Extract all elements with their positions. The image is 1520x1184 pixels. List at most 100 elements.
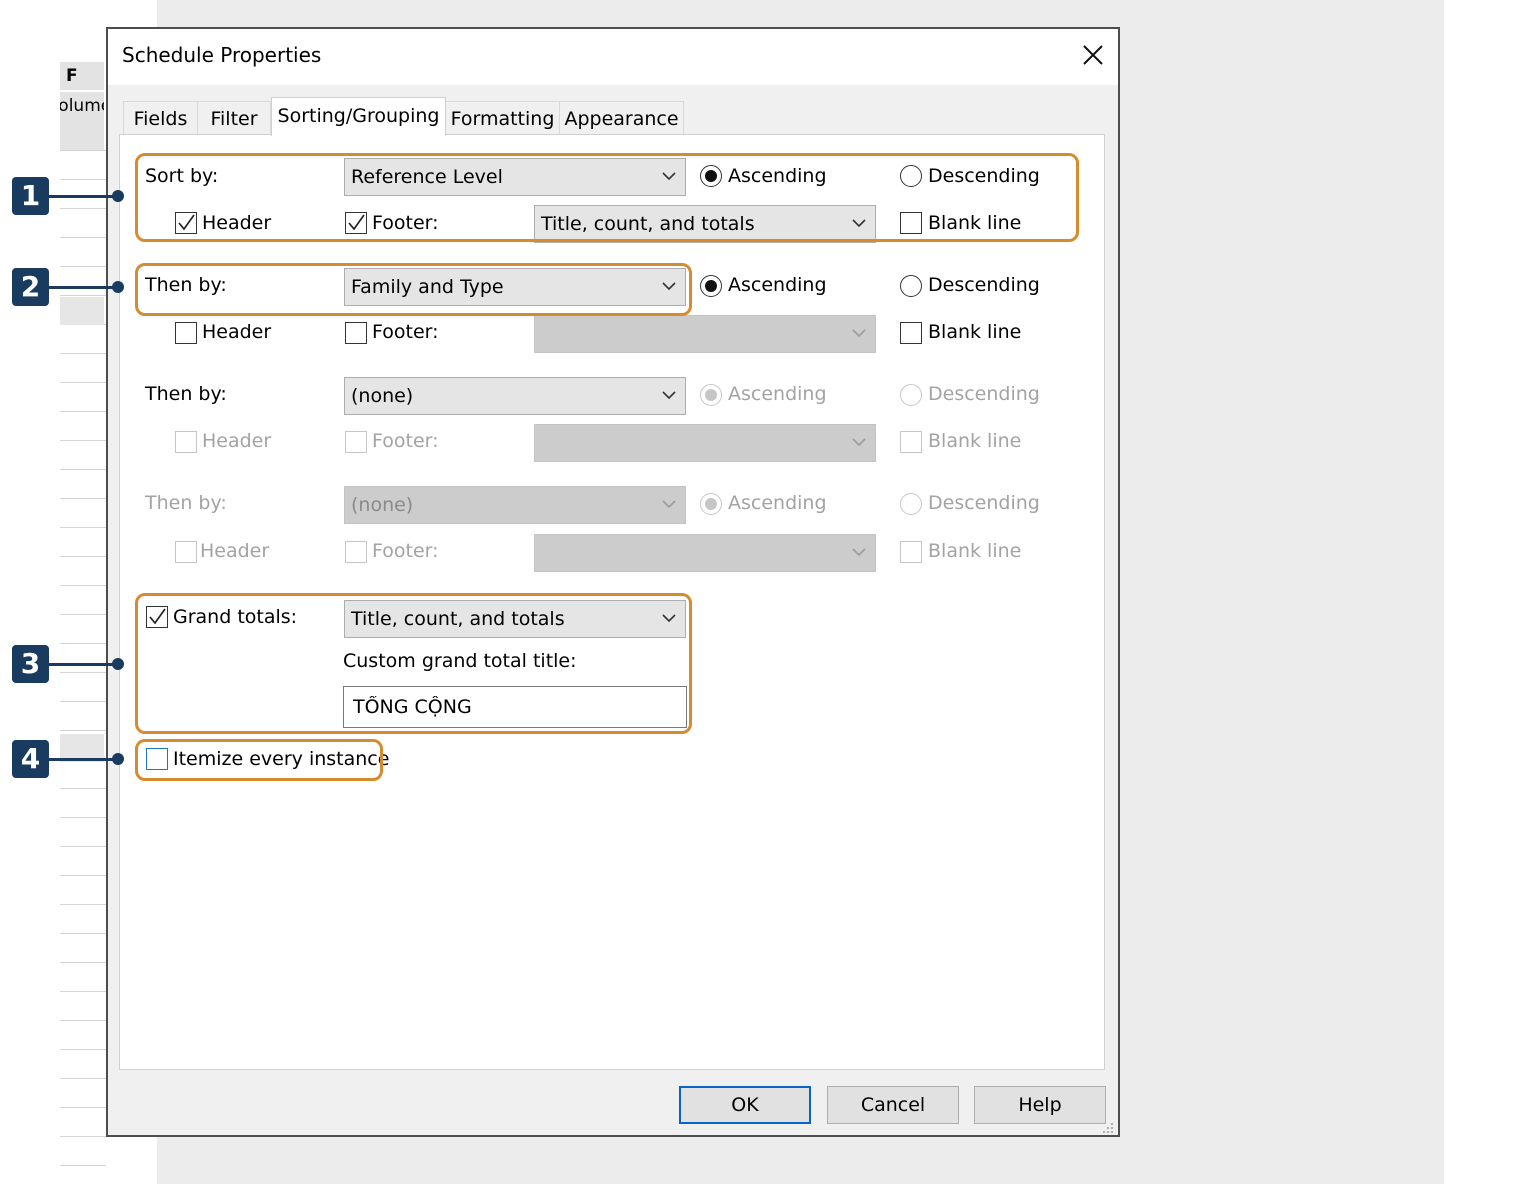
callout-line-3 xyxy=(49,663,115,666)
then-by-3-dropdown[interactable]: (none) xyxy=(344,486,686,524)
tab-sorting-grouping[interactable]: Sorting/Grouping xyxy=(271,97,446,136)
background-grid-line xyxy=(60,991,106,992)
then-by-2-ascending-radio[interactable] xyxy=(700,384,722,406)
then-by-1-footer-dropdown[interactable] xyxy=(534,315,876,353)
background-grid-line xyxy=(60,875,106,876)
custom-grand-total-title-input[interactable] xyxy=(343,686,687,728)
then-by-2-blank-line-label: Blank line xyxy=(928,430,1022,452)
then-by-3-blank-line-checkbox[interactable] xyxy=(900,541,922,563)
then-by-2-ascending-label: Ascending xyxy=(728,383,827,405)
then-by-2-value: (none) xyxy=(351,385,414,407)
then-by-3-footer-checkbox[interactable] xyxy=(345,541,367,563)
sort-by-blank-line-checkbox[interactable] xyxy=(900,212,922,234)
callout-line-2 xyxy=(49,286,115,289)
sort-by-dropdown[interactable]: Reference Level xyxy=(344,158,686,196)
background-grid-line xyxy=(60,1165,106,1166)
then-by-3-footer-dropdown[interactable] xyxy=(534,534,876,572)
then-by-2-label: Then by: xyxy=(145,383,227,405)
background-grid-line xyxy=(60,1020,106,1021)
then-by-2-footer-dropdown[interactable] xyxy=(534,424,876,462)
background-grid-line xyxy=(60,208,106,209)
chevron-down-icon xyxy=(852,548,866,557)
then-by-3-descending-radio[interactable] xyxy=(900,493,922,515)
custom-grand-total-title-label: Custom grand total title: xyxy=(343,650,577,672)
background-grid-line xyxy=(60,933,106,934)
then-by-3-blank-line-label: Blank line xyxy=(928,540,1022,562)
sort-by-label: Sort by: xyxy=(145,165,219,187)
dialog-title: Schedule Properties xyxy=(122,43,322,67)
tab-appearance[interactable]: Appearance xyxy=(559,101,684,135)
background-grid-line xyxy=(60,846,106,847)
then-by-3-label: Then by: xyxy=(145,492,227,514)
callout-badge-4: 4 xyxy=(12,740,49,778)
grand-totals-checkbox[interactable] xyxy=(146,606,168,628)
help-button[interactable]: Help xyxy=(974,1086,1106,1124)
background-grid-line xyxy=(60,295,106,296)
checkmark-icon xyxy=(178,214,195,231)
chevron-down-icon xyxy=(662,391,676,400)
sort-by-footer-value: Title, count, and totals xyxy=(541,213,755,235)
then-by-3-header-checkbox[interactable] xyxy=(175,541,197,563)
sort-by-footer-checkbox[interactable] xyxy=(345,212,367,234)
then-by-1-ascending-radio[interactable] xyxy=(700,275,722,297)
then-by-3-ascending-radio[interactable] xyxy=(700,493,722,515)
then-by-1-blank-line-checkbox[interactable] xyxy=(900,322,922,344)
then-by-1-dropdown[interactable]: Family and Type xyxy=(344,268,686,306)
background-grid-line xyxy=(60,788,106,789)
checkmark-icon xyxy=(149,608,166,625)
background-column-subheader: Volume xyxy=(60,92,104,150)
then-by-1-label: Then by: xyxy=(145,274,227,296)
background-grid-line xyxy=(60,1136,106,1137)
then-by-1-footer-label: Footer: xyxy=(372,321,439,343)
background-grid-line xyxy=(60,1078,106,1079)
background-grid-line xyxy=(60,1107,106,1108)
close-button[interactable] xyxy=(1076,38,1110,72)
background-grid-line xyxy=(60,440,106,441)
then-by-2-footer-label: Footer: xyxy=(372,430,439,452)
ok-button[interactable]: OK xyxy=(679,1086,811,1124)
sort-by-descending-label: Descending xyxy=(928,165,1040,187)
tab-fields[interactable]: Fields xyxy=(123,101,198,135)
then-by-2-dropdown[interactable]: (none) xyxy=(344,377,686,415)
then-by-2-header-checkbox[interactable] xyxy=(175,431,197,453)
chevron-down-icon xyxy=(662,172,676,181)
chevron-down-icon xyxy=(852,438,866,447)
callout-dot-3 xyxy=(112,658,124,670)
chevron-down-icon xyxy=(662,500,676,509)
then-by-3-footer-label: Footer: xyxy=(372,540,439,562)
then-by-1-descending-label: Descending xyxy=(928,274,1040,296)
sort-by-footer-dropdown[interactable]: Title, count, and totals xyxy=(534,205,876,243)
background-grid-line xyxy=(60,614,106,615)
chevron-down-icon xyxy=(852,329,866,338)
then-by-1-header-label: Header xyxy=(202,321,272,343)
cancel-button[interactable]: Cancel xyxy=(827,1086,959,1124)
callout-dot-1 xyxy=(112,190,124,202)
tab-filter[interactable]: Filter xyxy=(197,101,271,135)
then-by-1-descending-radio[interactable] xyxy=(900,275,922,297)
close-icon xyxy=(1083,45,1103,65)
callout-line-1 xyxy=(49,195,115,198)
callout-badge-3: 3 xyxy=(12,645,49,683)
then-by-3-descending-label: Descending xyxy=(928,492,1040,514)
sort-by-ascending-radio[interactable] xyxy=(700,165,722,187)
itemize-every-instance-checkbox[interactable] xyxy=(146,748,168,770)
background-grid-line xyxy=(60,527,106,528)
then-by-2-header-label: Header xyxy=(202,430,272,452)
then-by-2-descending-label: Descending xyxy=(928,383,1040,405)
grand-totals-dropdown[interactable]: Title, count, and totals xyxy=(344,600,686,638)
then-by-1-header-checkbox[interactable] xyxy=(175,322,197,344)
tab-formatting[interactable]: Formatting xyxy=(445,101,560,135)
sort-by-header-checkbox[interactable] xyxy=(175,212,197,234)
resize-grip-icon[interactable] xyxy=(1100,1122,1114,1134)
then-by-2-footer-checkbox[interactable] xyxy=(345,431,367,453)
background-grid-line xyxy=(60,962,106,963)
then-by-2-blank-line-checkbox[interactable] xyxy=(900,431,922,453)
then-by-2-descending-radio[interactable] xyxy=(900,384,922,406)
sort-by-descending-radio[interactable] xyxy=(900,165,922,187)
chevron-down-icon xyxy=(852,219,866,228)
chevron-down-icon xyxy=(662,282,676,291)
background-grid-line xyxy=(60,817,106,818)
then-by-1-footer-checkbox[interactable] xyxy=(345,322,367,344)
column-header-text: F xyxy=(66,66,78,86)
then-by-1-blank-line-label: Blank line xyxy=(928,321,1022,343)
